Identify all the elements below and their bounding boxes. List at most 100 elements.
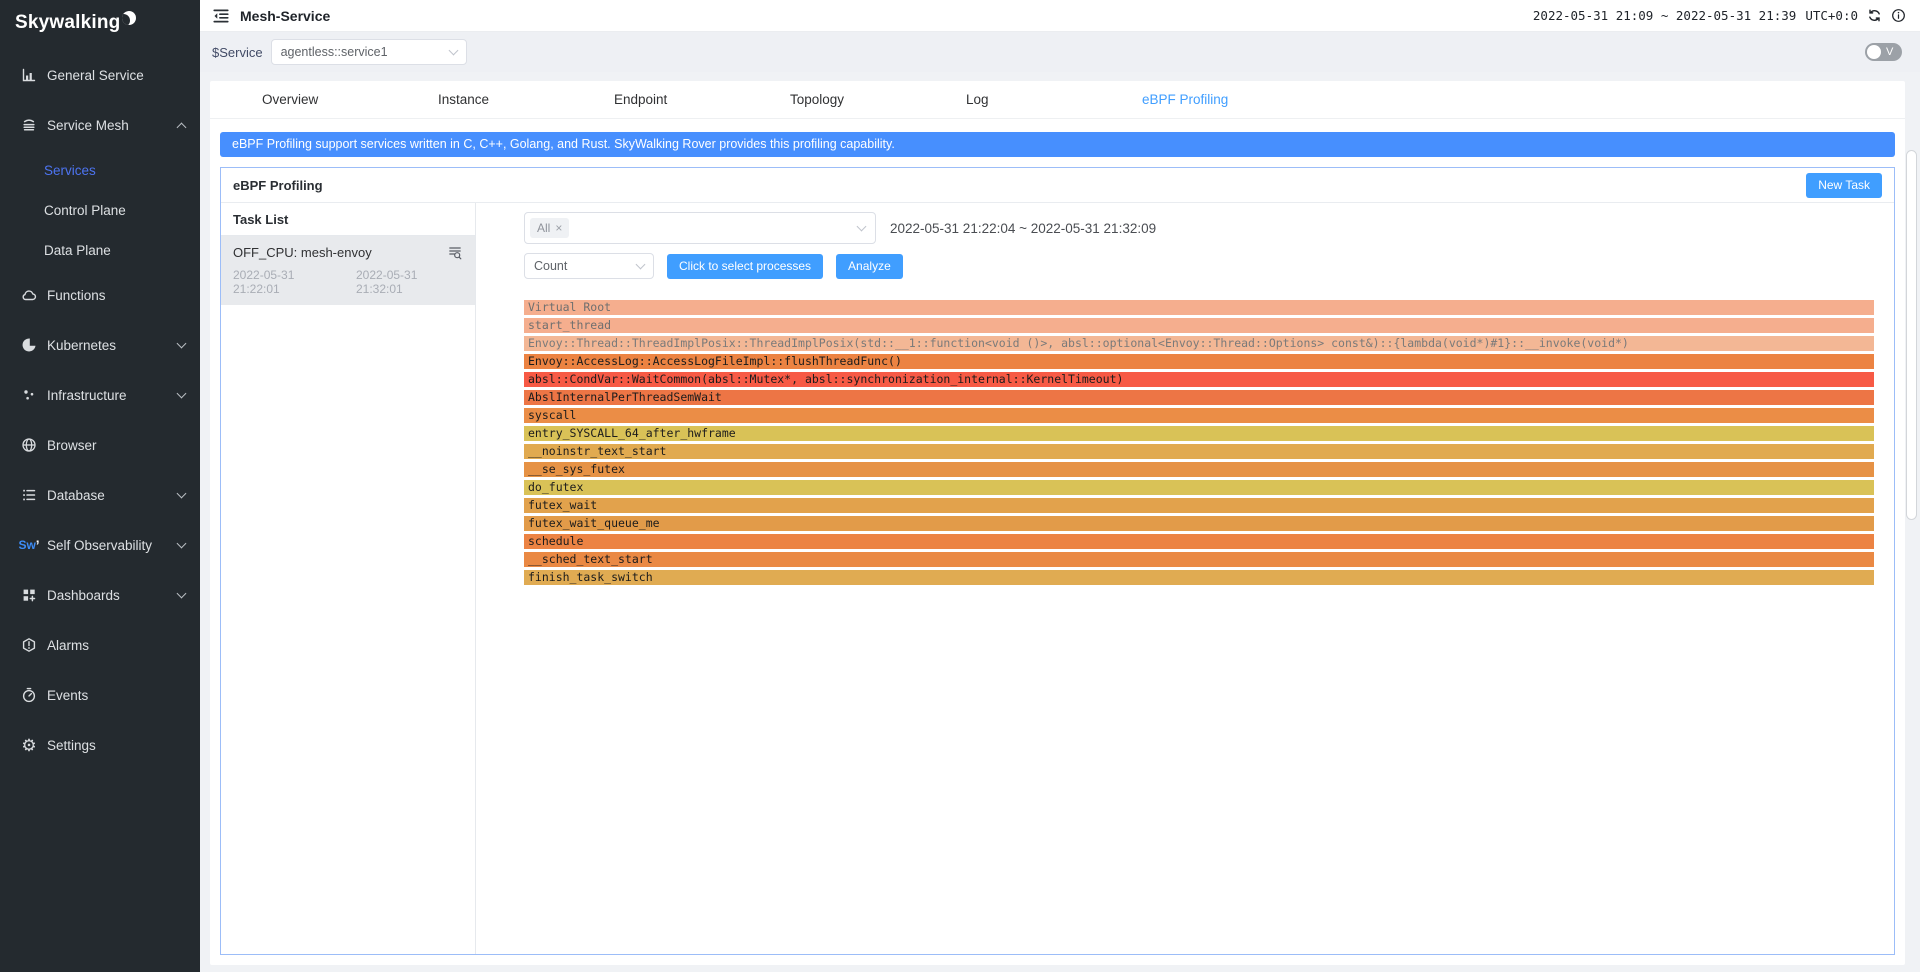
- sidebar-item-service-mesh[interactable]: Service Mesh: [0, 100, 200, 150]
- stopwatch-icon: [20, 687, 38, 703]
- service-select-value: agentless::service1: [281, 45, 388, 59]
- sidebar-item-events[interactable]: Events: [0, 670, 200, 720]
- aggregation-select[interactable]: Count: [524, 253, 654, 279]
- sidebar-item-self-observability[interactable]: Sw’ Self Observability: [0, 520, 200, 570]
- sidebar-item-label: Kubernetes: [47, 338, 178, 353]
- top-header: Mesh-Service 2022-05-31 21:09 ~ 2022-05-…: [200, 0, 1920, 32]
- sidebar-item-infrastructure[interactable]: Infrastructure: [0, 370, 200, 420]
- tabs-bar: Overview Instance Endpoint Topology Log …: [210, 81, 1905, 119]
- flame-frame[interactable]: Envoy::AccessLog::AccessLogFileImpl::flu…: [524, 354, 1874, 369]
- instance-multiselect[interactable]: All ×: [524, 212, 876, 244]
- flame-frame[interactable]: AbslInternalPerThreadSemWait: [524, 390, 1874, 405]
- tab-topology[interactable]: Topology: [790, 92, 966, 107]
- globe-icon: [20, 437, 38, 453]
- flame-frame[interactable]: finish_task_switch: [524, 570, 1874, 585]
- flame-frame[interactable]: entry_SYSCALL_64_after_hwframe: [524, 426, 1874, 441]
- time-range-picker[interactable]: 2022-05-31 21:09 ~ 2022-05-31 21:39: [1533, 8, 1796, 23]
- flame-frame[interactable]: schedule: [524, 534, 1874, 549]
- new-task-button[interactable]: New Task: [1806, 173, 1882, 198]
- sidebar-item-label: General Service: [47, 68, 185, 83]
- sidebar-item-label: Dashboards: [47, 588, 178, 603]
- sidebar-item-database[interactable]: Database: [0, 470, 200, 520]
- service-variable-label: $Service: [212, 45, 263, 60]
- sidebar-item-browser[interactable]: Browser: [0, 420, 200, 470]
- sidebar-item-services[interactable]: Services: [0, 150, 200, 190]
- view-mode-toggle[interactable]: V: [1865, 43, 1902, 61]
- chevron-down-icon: [636, 260, 646, 270]
- sidebar-item-label: Settings: [47, 738, 185, 753]
- timezone-label: UTC+0:0: [1805, 8, 1858, 23]
- flame-frame[interactable]: absl::CondVar::WaitCommon(absl::Mutex*, …: [524, 372, 1874, 387]
- info-banner: eBPF Profiling support services written …: [220, 132, 1895, 157]
- flame-frame[interactable]: Envoy::Thread::ThreadImplPosix::ThreadIm…: [524, 336, 1874, 351]
- panel-title: eBPF Profiling: [233, 178, 323, 193]
- skywalking-logo[interactable]: Skywalking: [0, 0, 200, 46]
- selected-scope-tag[interactable]: All ×: [530, 218, 569, 238]
- flame-frame[interactable]: __sched_text_start: [524, 552, 1874, 567]
- tab-log[interactable]: Log: [966, 92, 1142, 107]
- analysis-column: All × 2022-05-31 21:22:04 ~ 2022-05-31 2…: [476, 203, 1894, 954]
- analyze-button[interactable]: Analyze: [836, 254, 903, 279]
- flame-frame[interactable]: syscall: [524, 408, 1874, 423]
- toggle-knob: [1867, 45, 1881, 59]
- sidebar-item-alarms[interactable]: Alarms: [0, 620, 200, 670]
- document-search-icon[interactable]: [447, 245, 463, 261]
- info-icon[interactable]: [1891, 8, 1906, 23]
- moon-icon: [122, 11, 136, 25]
- flame-frame[interactable]: Virtual Root: [524, 300, 1874, 315]
- chevron-down-icon: [857, 222, 867, 232]
- sidebar-item-label: Events: [47, 688, 185, 703]
- bar-chart-icon: [20, 67, 38, 83]
- flame-frame[interactable]: __noinstr_text_start: [524, 444, 1874, 459]
- chevron-down-icon: [177, 538, 187, 548]
- tab-ebpf-profiling[interactable]: eBPF Profiling: [1142, 92, 1318, 107]
- sidebar-item-label: Alarms: [47, 638, 185, 653]
- menu-fold-icon[interactable]: [212, 7, 230, 25]
- tab-endpoint[interactable]: Endpoint: [614, 92, 790, 107]
- chevron-down-icon: [448, 46, 458, 56]
- alert-hexagon-icon: [20, 637, 38, 653]
- tab-overview[interactable]: Overview: [262, 92, 438, 107]
- sidebar-item-label: Data Plane: [44, 243, 185, 258]
- toggle-label: V: [1886, 46, 1893, 58]
- refresh-icon[interactable]: [1867, 8, 1882, 23]
- sidebar-item-label: Browser: [47, 438, 185, 453]
- flame-frame[interactable]: futex_wait_queue_me: [524, 516, 1874, 531]
- sidebar-item-general-service[interactable]: General Service: [0, 50, 200, 100]
- sidebar-item-dashboards[interactable]: Dashboards: [0, 570, 200, 620]
- task-end-time: 2022-05-31 21:32:01: [356, 268, 463, 296]
- sidebar-item-label: Services: [44, 163, 185, 178]
- flame-frame[interactable]: futex_wait: [524, 498, 1874, 513]
- flame-frame[interactable]: start_thread: [524, 318, 1874, 333]
- task-list-header: Task List: [221, 203, 475, 236]
- flame-frame[interactable]: do_futex: [524, 480, 1874, 495]
- sidebar-item-label: Functions: [47, 288, 185, 303]
- sidebar-item-label: Infrastructure: [47, 388, 178, 403]
- sidebar-item-settings[interactable]: ⚙ Settings: [0, 720, 200, 770]
- service-select[interactable]: agentless::service1: [271, 39, 467, 65]
- sidebar-item-kubernetes[interactable]: Kubernetes: [0, 320, 200, 370]
- logo-text: Skywalking: [15, 12, 121, 34]
- flame-frame[interactable]: __se_sys_futex: [524, 462, 1874, 477]
- pie-icon: [20, 337, 38, 353]
- select-processes-button[interactable]: Click to select processes: [667, 254, 823, 279]
- service-selector-bar: $Service agentless::service1 V: [200, 32, 1920, 72]
- chevron-down-icon: [177, 488, 187, 498]
- tab-instance[interactable]: Instance: [438, 92, 614, 107]
- task-list-column: Task List OFF_CPU: mesh-envoy 2022-05-3: [221, 203, 476, 954]
- sidebar-item-control-plane[interactable]: Control Plane: [0, 190, 200, 230]
- ebpf-profiling-panel: eBPF Profiling New Task Task List OFF_CP…: [220, 167, 1895, 955]
- sidebar-item-data-plane[interactable]: Data Plane: [0, 230, 200, 270]
- sidebar-item-label: Service Mesh: [47, 118, 178, 133]
- gear-icon: ⚙: [20, 737, 38, 754]
- sw-icon: Sw’: [20, 538, 38, 553]
- sidebar: Skywalking General Service Service Mesh …: [0, 0, 200, 972]
- task-list-item[interactable]: OFF_CPU: mesh-envoy 2022-05-31 21:22:01 …: [221, 236, 475, 305]
- cloud-icon: [20, 287, 38, 303]
- sidebar-item-functions[interactable]: Functions: [0, 270, 200, 320]
- close-icon[interactable]: ×: [555, 221, 562, 235]
- vertical-scrollbar[interactable]: [1906, 150, 1917, 520]
- layers-icon: [20, 117, 38, 133]
- chevron-down-icon: [177, 588, 187, 598]
- sidebar-item-label: Self Observability: [47, 538, 178, 553]
